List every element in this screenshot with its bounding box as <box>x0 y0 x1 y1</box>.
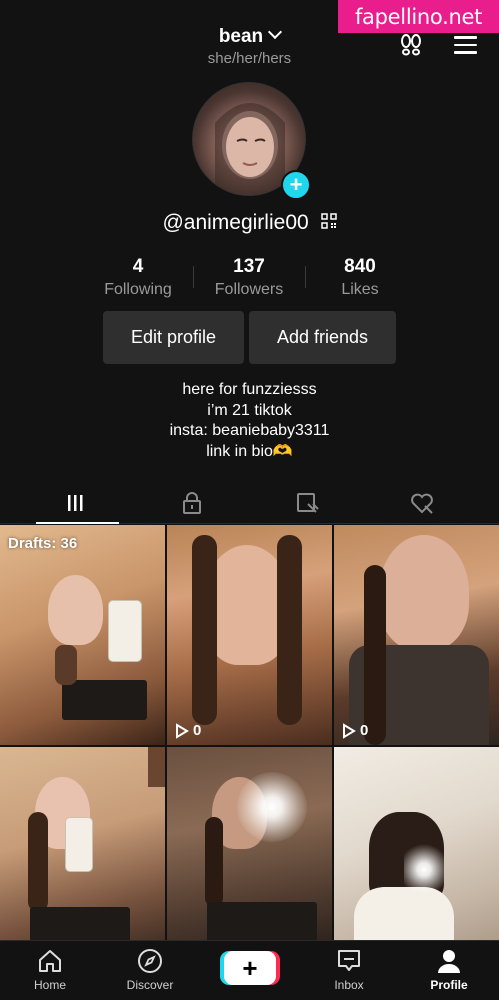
content-tabs <box>0 482 499 524</box>
nav-profile[interactable]: Profile <box>409 947 489 992</box>
liked-icon <box>410 493 433 514</box>
handle: @animegirlie00 <box>162 211 309 234</box>
nav-inbox[interactable]: Inbox <box>309 947 389 992</box>
video-tile[interactable]: 0 <box>334 525 499 745</box>
username: bean <box>218 26 264 47</box>
videos-icon <box>67 495 82 511</box>
edit-profile-button[interactable]: Edit profile <box>103 311 244 364</box>
qr-code-icon[interactable] <box>320 213 337 230</box>
compass-icon <box>138 949 162 973</box>
add-friends-button[interactable]: Add friends <box>249 311 396 364</box>
add-avatar-button[interactable]: + <box>281 170 311 200</box>
tab-liked[interactable] <box>360 482 485 524</box>
profile-stats: 4 Following 137 Followers 840 Likes <box>0 256 499 302</box>
footprints-icon[interactable] <box>398 32 424 58</box>
account-switcher[interactable]: bean <box>0 24 499 48</box>
view-count: 0 <box>342 722 368 739</box>
drafts-label: Drafts: 36 <box>8 535 78 552</box>
play-icon <box>343 722 356 739</box>
stat-followers[interactable]: 137 Followers <box>194 256 304 299</box>
tab-videos[interactable] <box>14 482 139 524</box>
wall-frame <box>148 747 165 787</box>
bio-line: insta: beaniebaby3311 <box>169 422 330 439</box>
drafts-tile[interactable]: Drafts: 36 <box>0 525 165 745</box>
profile-header: bean she/her/hers <box>0 22 499 72</box>
pronouns: she/her/hers <box>207 50 292 67</box>
tab-private[interactable] <box>129 482 254 524</box>
bio-line: here for funzziesss <box>182 381 317 398</box>
bio-line: link in bio🫶 <box>206 442 293 460</box>
lock-icon <box>182 492 201 514</box>
video-tile[interactable] <box>0 747 165 967</box>
stat-following[interactable]: 4 Following <box>83 256 193 299</box>
person-icon <box>438 950 460 973</box>
inbox-icon <box>338 950 360 971</box>
video-tile[interactable] <box>334 747 499 967</box>
nav-home[interactable]: Home <box>10 947 90 992</box>
bottom-navigation: Home Discover + Inbox Profile <box>0 940 499 1000</box>
menu-icon[interactable] <box>454 36 477 54</box>
saved-icon <box>296 493 319 513</box>
video-tile[interactable] <box>167 747 332 967</box>
view-count: 0 <box>175 722 201 739</box>
play-icon <box>176 722 189 739</box>
home-icon <box>39 950 61 972</box>
handle-row: @animegirlie00 <box>0 211 499 235</box>
bio-line: i’m 21 tiktok <box>207 401 292 419</box>
video-tile[interactable]: 0 <box>167 525 332 745</box>
plus-icon: + <box>242 953 258 983</box>
chevron-down-icon <box>268 24 283 40</box>
nav-discover[interactable]: Discover <box>110 947 190 992</box>
stat-likes[interactable]: 840 Likes <box>305 256 415 299</box>
create-button[interactable]: + <box>224 951 276 985</box>
bio: here for funzziesss i’m 21 tiktok insta:… <box>0 380 499 462</box>
tab-saved[interactable] <box>245 482 370 524</box>
